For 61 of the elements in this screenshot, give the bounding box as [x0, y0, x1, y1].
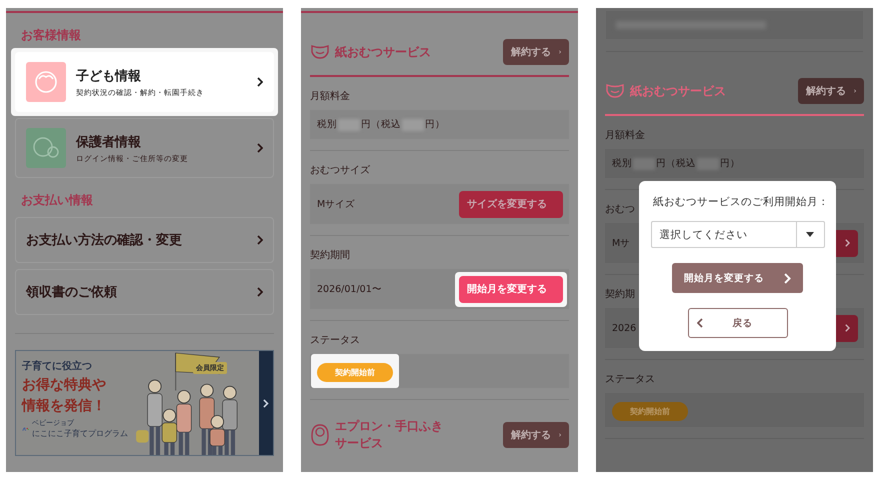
status-badge: 契約開始前: [612, 402, 688, 421]
price-text: 円）: [720, 157, 740, 170]
service-title: 紙おむつサービス: [630, 82, 726, 100]
field-value: 2026: [612, 322, 636, 334]
field-value: Mサ: [612, 236, 630, 250]
field-label: おむつサイズ: [310, 164, 370, 177]
back-button[interactable]: 戻る: [688, 308, 788, 338]
cancel-button[interactable]: 解約する: [798, 78, 864, 104]
menu-card-title: 領収書のご依頼: [26, 284, 118, 301]
field-label: おむつ: [605, 203, 635, 216]
chevron-right-icon: [257, 143, 263, 153]
price-text: 円（税込: [361, 118, 401, 131]
diaper-icon: [605, 82, 625, 99]
people-icon: [32, 136, 60, 160]
dialog-title: 紙おむつサービスのご利用開始月：: [653, 195, 829, 209]
field-label: ステータス: [605, 373, 655, 386]
service-title: サービス: [335, 434, 384, 452]
chevron-right-icon: [845, 239, 850, 247]
cancel-button[interactable]: 解約する: [503, 39, 569, 65]
section-title: お支払い情報: [21, 192, 94, 209]
field-label: 月額料金: [310, 90, 350, 103]
banner-headline: 情報を発信！: [22, 397, 107, 415]
menu-card-title: 保護者情報: [76, 134, 142, 150]
chevron-right-icon: [845, 324, 850, 332]
field-label: 月額料金: [605, 128, 645, 142]
change-button[interactable]: サイズを変更する: [459, 190, 563, 218]
change-start-month-button[interactable]: 開始月を変更する: [672, 263, 803, 293]
service-title: 紙おむつサービス: [335, 44, 431, 60]
price-text: 円（税込: [656, 157, 696, 170]
bib-icon: [310, 422, 330, 447]
field-label: 契約期間: [310, 248, 350, 262]
banner-headline: お得な特典や: [22, 376, 107, 394]
field-label: 契約期: [605, 288, 635, 301]
month-select[interactable]: 選択してください: [650, 221, 824, 248]
menu-card[interactable]: 領収書のご依頼: [15, 269, 274, 315]
caret-down-icon: [806, 232, 814, 237]
chevron-right-icon: [263, 398, 269, 408]
person-icon: [34, 70, 58, 94]
cancel-button[interactable]: 解約する: [503, 422, 569, 448]
menu-card-title: 子ども情報: [76, 68, 142, 84]
menu-card-title: お支払い方法の確認・変更: [26, 232, 183, 249]
price-text: 円）: [425, 118, 445, 131]
banner-tagline: 子育てに役立つ: [22, 359, 93, 373]
field-value: Mサイズ: [317, 198, 356, 210]
chevron-left-icon: [696, 318, 702, 328]
section-title: お客様情報: [21, 27, 82, 44]
select-placeholder: 選択してください: [658, 228, 748, 242]
field-label: ステータス: [310, 334, 360, 347]
status-badge: 契約開始前: [317, 363, 393, 382]
chevron-right-icon: [784, 272, 791, 284]
brand-name: にこにこ子育てプログラム: [32, 428, 128, 439]
price-text: 税別: [317, 118, 337, 131]
chevron-right-icon: [257, 77, 263, 87]
menu-card[interactable]: お支払い方法の確認・変更: [15, 217, 274, 263]
diaper-icon: [310, 44, 330, 60]
change-button[interactable]: 開始月を変更する: [459, 276, 563, 302]
service-title: エプロン・手口ふき: [335, 418, 443, 435]
field-value: 2026/01/01〜: [317, 282, 382, 296]
chevron-right-icon: [257, 287, 263, 297]
price-text: 税別: [612, 157, 632, 170]
chevron-right-icon: [257, 235, 263, 245]
